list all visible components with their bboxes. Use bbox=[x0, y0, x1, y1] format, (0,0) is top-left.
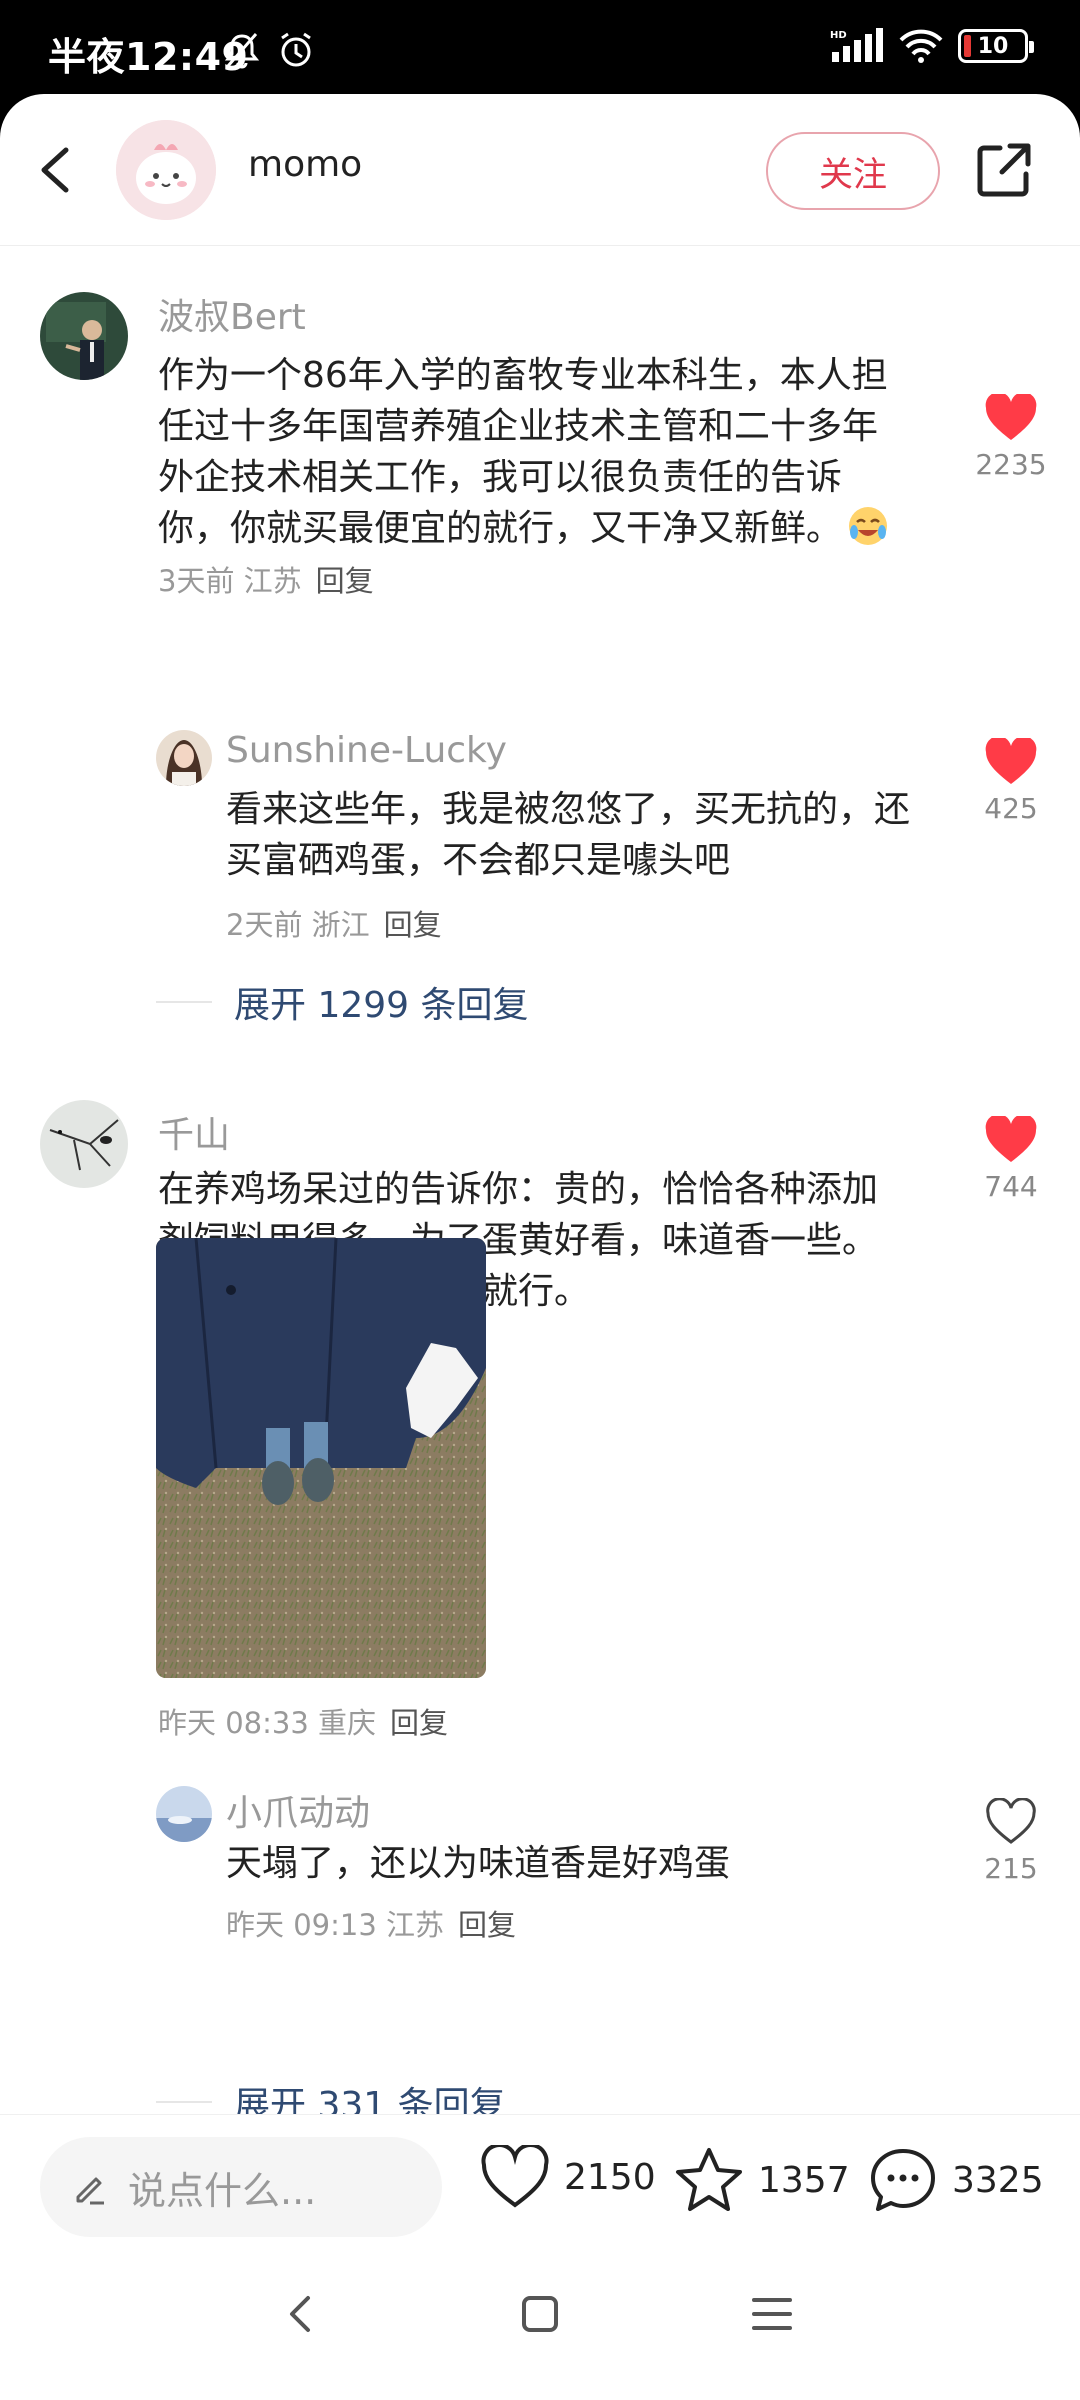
like-button[interactable]: 215 bbox=[981, 1798, 1041, 1885]
reply-button[interactable]: 回复 bbox=[384, 908, 442, 942]
commenter-name[interactable]: Sunshine-Lucky bbox=[226, 730, 507, 771]
like-button[interactable]: 2235 bbox=[975, 394, 1047, 481]
like-count: 2235 bbox=[975, 448, 1047, 481]
mute-icon bbox=[224, 33, 260, 69]
reply-text: 天塌了，还以为味道香是好鸡蛋 bbox=[226, 1843, 731, 1884]
comment-count: 3325 bbox=[952, 2159, 1044, 2201]
reply-meta: 2天前 浙江 bbox=[226, 908, 370, 942]
comment-meta: 昨天 08:33 重庆 bbox=[158, 1706, 377, 1740]
commenter-name[interactable]: 千山 bbox=[158, 1106, 230, 1158]
comment-image[interactable] bbox=[156, 1238, 486, 1678]
header: momo 关注 bbox=[0, 94, 1080, 246]
alarm-icon bbox=[281, 32, 311, 67]
heart-outline-icon bbox=[481, 2145, 549, 2208]
svg-text:HD: HD bbox=[830, 30, 847, 41]
expand-replies-label: 展开 1299 条回复 bbox=[234, 985, 529, 1026]
heart-outline-icon bbox=[986, 1798, 1036, 1844]
like-post-button[interactable]: 2150 bbox=[480, 2145, 656, 2209]
reply-button[interactable]: 回复 bbox=[458, 1908, 516, 1942]
heart-filled-icon bbox=[985, 738, 1037, 784]
heart-filled-icon bbox=[985, 394, 1037, 440]
nav-home-icon[interactable] bbox=[510, 2284, 570, 2344]
comments-button[interactable]: 3325 bbox=[868, 2145, 1044, 2215]
commenter-name[interactable]: 小爪动动 bbox=[226, 1784, 370, 1836]
follow-button[interactable]: 关注 bbox=[766, 132, 940, 210]
pencil-icon bbox=[76, 2177, 104, 2205]
like-button[interactable]: 425 bbox=[981, 738, 1041, 825]
like-count: 215 bbox=[984, 1852, 1038, 1885]
nav-back-icon[interactable] bbox=[270, 2284, 330, 2344]
avatar[interactable] bbox=[40, 292, 128, 380]
favorite-count: 1357 bbox=[758, 2159, 850, 2201]
author-name[interactable]: momo bbox=[248, 144, 362, 185]
battery-indicator: 10 bbox=[958, 29, 1034, 63]
wifi-icon bbox=[899, 29, 943, 63]
status-time: 半夜12:49 bbox=[48, 35, 249, 79]
comment-text: 作为一个86年入学的畜牧专业本科生，本人担任过十多年国营养殖企业技术主管和二十多… bbox=[158, 350, 908, 607]
avatar[interactable] bbox=[156, 730, 212, 786]
nav-menu-icon[interactable] bbox=[742, 2284, 802, 2344]
comment-meta: 3天前 江苏 bbox=[158, 564, 302, 598]
comment-input[interactable]: 说点什么... bbox=[40, 2137, 442, 2237]
crying-laughing-emoji-icon bbox=[849, 507, 888, 545]
comment-input-placeholder: 说点什么... bbox=[128, 2168, 317, 2213]
reply-text: 看来这些年，我是被忽悠了，买无抗的，还买富硒鸡蛋，不会都只是噱头吧 bbox=[226, 789, 911, 881]
like-button[interactable]: 744 bbox=[981, 1116, 1041, 1203]
back-arrow-icon[interactable] bbox=[30, 140, 86, 200]
favorite-button[interactable]: 1357 bbox=[674, 2145, 850, 2215]
avatar[interactable] bbox=[40, 1100, 128, 1188]
status-bar: 半夜12:49 HD 10 bbox=[0, 0, 1080, 96]
share-icon[interactable] bbox=[974, 140, 1034, 200]
signal-icon: HD bbox=[830, 28, 883, 62]
reply-button[interactable]: 回复 bbox=[316, 564, 374, 598]
heart-filled-icon bbox=[985, 1116, 1037, 1162]
like-count: 744 bbox=[984, 1170, 1038, 1203]
reply-button[interactable]: 回复 bbox=[390, 1706, 448, 1740]
reply-meta: 昨天 09:13 江苏 bbox=[226, 1908, 445, 1942]
post-like-count: 2150 bbox=[564, 2156, 656, 2198]
bottom-action-bar: 说点什么... 2150 1357 3325 bbox=[0, 2114, 1080, 2254]
expand-replies-button[interactable]: 展开 1299 条回复 bbox=[156, 976, 529, 1028]
author-avatar[interactable] bbox=[116, 120, 216, 220]
comment-bubble-icon bbox=[871, 2149, 935, 2211]
avatar[interactable] bbox=[156, 1786, 212, 1842]
star-outline-icon bbox=[676, 2148, 742, 2211]
commenter-name[interactable]: 波叔Bert bbox=[158, 288, 306, 340]
like-count: 425 bbox=[984, 792, 1038, 825]
system-nav-bar bbox=[0, 2254, 1080, 2400]
comment-page: momo 关注 波叔Bert 作为一个86年入学的畜牧专业本科生，本人担任过十多… bbox=[0, 94, 1080, 2400]
